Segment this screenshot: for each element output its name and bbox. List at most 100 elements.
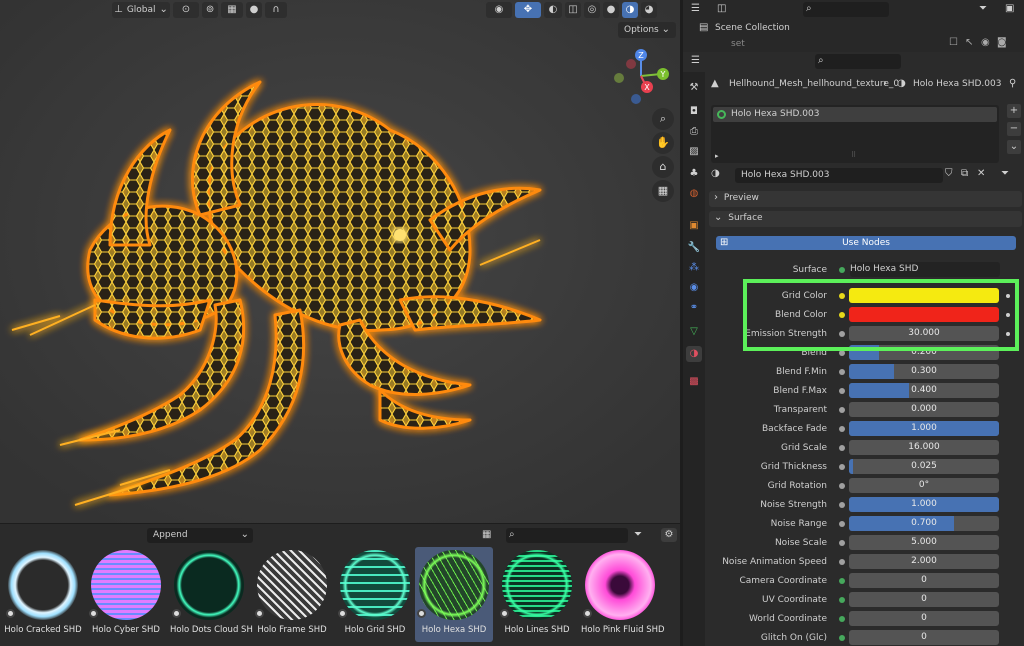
fake-user-shield-icon[interactable]: ⛉: [945, 167, 953, 181]
snap-toggle[interactable]: ⊚: [202, 2, 218, 18]
filter-icon[interactable]: ⏷: [634, 528, 642, 542]
grid-perspective-icon[interactable]: ▦: [652, 180, 674, 202]
material-browse-icon[interactable]: ◑: [711, 167, 720, 181]
add-slot-icon[interactable]: +: [1007, 104, 1021, 118]
pin-icon[interactable]: ⚲: [1009, 77, 1016, 91]
hellhound-render: [0, 0, 680, 523]
surface-panel-header[interactable]: ⌄ Surface: [709, 211, 1022, 227]
asset-item[interactable]: Holo Grid SHD: [336, 547, 414, 642]
scene-collection-label[interactable]: Scene Collection: [715, 23, 790, 33]
pivot-point-dropdown[interactable]: ⊙: [173, 2, 199, 18]
resize-handle-icon[interactable]: ⠿: [851, 151, 856, 159]
search-icon: ⌕: [818, 55, 824, 66]
param-value-field[interactable]: 0: [849, 630, 999, 645]
param-value-field[interactable]: 0: [849, 592, 999, 607]
modifier-wrench-icon[interactable]: 🔧: [686, 240, 702, 256]
asset-item[interactable]: Holo Pink Fluid SHD: [581, 547, 665, 642]
param-value-field[interactable]: 16.000: [849, 440, 999, 455]
particles-tab-icon[interactable]: ⁂: [686, 260, 702, 276]
object-tab-icon[interactable]: ▣: [686, 218, 702, 234]
proportional-edit-toggle[interactable]: ●: [246, 2, 262, 18]
editor-type-icon[interactable]: ☰: [691, 54, 700, 68]
param-value-field[interactable]: 0: [849, 611, 999, 626]
filter-icon[interactable]: ⏷: [979, 2, 987, 16]
param-value-field[interactable]: 5.000: [849, 535, 999, 550]
display-mode-icon[interactable]: ▦: [482, 528, 491, 542]
falloff-dropdown[interactable]: ∩: [265, 2, 287, 18]
param-value-field[interactable]: 0.700: [849, 516, 999, 531]
material-slot-row[interactable]: Holo Hexa SHD.003: [713, 107, 997, 122]
gizmo-toggle[interactable]: ✥: [515, 2, 541, 18]
filter-icon[interactable]: ⏷: [1001, 167, 1009, 181]
asset-search-input[interactable]: ⌕: [506, 528, 628, 543]
eye-icon[interactable]: ◉: [981, 36, 990, 50]
physics-tab-icon[interactable]: ◉: [686, 280, 702, 296]
chevron-down-icon[interactable]: ⌄: [1007, 140, 1021, 154]
param-row: Noise Scale 5.000: [707, 535, 1020, 551]
display-mode-icon[interactable]: ◫: [717, 2, 726, 16]
navigation-gizmo[interactable]: Z Y X: [606, 46, 672, 108]
constraints-tab-icon[interactable]: ⚭: [686, 300, 702, 316]
outliner-search-input[interactable]: ⌕: [803, 2, 889, 17]
material-name-field[interactable]: Holo Hexa SHD.003: [735, 168, 943, 183]
world-tab-icon[interactable]: ◍: [686, 186, 702, 202]
param-value-field[interactable]: 0.025: [849, 459, 999, 474]
asset-item-selected[interactable]: Holo Hexa SHD: [415, 547, 493, 642]
use-nodes-button[interactable]: ⊞ Use Nodes: [716, 236, 1016, 250]
view-layer-tab-icon[interactable]: ▨: [686, 144, 702, 160]
visibility-dropdown[interactable]: ◉: [486, 2, 512, 18]
xray-toggle[interactable]: ◫: [565, 2, 581, 18]
asset-label: Holo Lines SHD: [504, 625, 570, 635]
output-tab-icon[interactable]: ⎙: [686, 124, 702, 140]
checkbox-icon[interactable]: ☐: [949, 36, 958, 50]
remove-slot-icon[interactable]: −: [1007, 122, 1021, 136]
preview-panel-header[interactable]: › Preview: [709, 191, 1022, 207]
asset-item[interactable]: Holo Lines SHD: [498, 547, 576, 642]
camera-icon[interactable]: ⌂: [652, 156, 674, 178]
duplicate-icon[interactable]: ⧉: [961, 167, 968, 181]
outliner-item-label[interactable]: set: [731, 39, 745, 49]
gear-icon[interactable]: ⚙: [661, 528, 677, 542]
param-value-field[interactable]: 0°: [849, 478, 999, 493]
param-value-field[interactable]: 1.000: [849, 421, 999, 436]
zoom-icon[interactable]: ⌕: [652, 108, 674, 130]
3d-viewport[interactable]: ⊥ Global ⌄ ⊙ ⊚ ▦ ● ∩ ◉ ✥ ◐ ◫ ◎ ● ◑ ◕ Opt…: [0, 0, 680, 523]
import-method-dropdown[interactable]: Append ⌄: [147, 528, 253, 543]
asset-item[interactable]: Holo Cyber SHD: [87, 547, 165, 642]
asset-item[interactable]: Holo Frame SHD: [253, 547, 331, 642]
material-tab-icon[interactable]: ◑: [686, 346, 702, 362]
new-collection-icon[interactable]: ▣: [1005, 2, 1014, 16]
overlays-dropdown[interactable]: ◐: [544, 2, 562, 18]
camera-icon[interactable]: ◙: [997, 36, 1007, 50]
close-icon[interactable]: ✕: [977, 167, 985, 181]
select-arrow-icon[interactable]: ↖: [965, 36, 973, 50]
surface-shader-field[interactable]: Holo Hexa SHD: [850, 262, 1000, 277]
asset-item[interactable]: Holo Cracked SHD: [4, 547, 82, 642]
object-data-tab-icon[interactable]: ▽: [686, 324, 702, 340]
asset-item[interactable]: Holo Dots Cloud SH: [170, 547, 253, 642]
solid-shading-button[interactable]: ●: [603, 2, 619, 18]
scene-tab-icon[interactable]: ♣: [686, 166, 702, 182]
properties-search-input[interactable]: ⌕: [815, 54, 901, 69]
param-value-field[interactable]: 0.000: [849, 402, 999, 417]
tool-tab-icon[interactable]: ⚒: [686, 80, 702, 96]
material-slot-list[interactable]: Holo Hexa SHD.003 ▸ ⠿: [711, 105, 999, 163]
render-tab-icon[interactable]: ◘: [686, 104, 702, 120]
rendered-shading-button[interactable]: ◕: [641, 2, 657, 18]
transform-orientation-dropdown[interactable]: ⊥ Global ⌄: [112, 2, 170, 18]
snap-target-dropdown[interactable]: ▦: [221, 2, 243, 18]
hand-pan-icon[interactable]: ✋: [652, 132, 674, 154]
options-dropdown[interactable]: Options ⌄: [618, 22, 676, 38]
texture-tab-icon[interactable]: ▩: [686, 374, 702, 390]
expand-icon[interactable]: ▸: [715, 149, 719, 163]
param-value-field[interactable]: 1.000: [849, 497, 999, 512]
use-nodes-label: Use Nodes: [842, 238, 890, 248]
param-value-field[interactable]: 0.300: [849, 364, 999, 379]
param-value-field[interactable]: 0: [849, 573, 999, 588]
param-value-field[interactable]: 0.400: [849, 383, 999, 398]
param-value-field[interactable]: 2.000: [849, 554, 999, 569]
asset-label: Holo Frame SHD: [257, 625, 327, 635]
material-preview-button[interactable]: ◑: [622, 2, 638, 18]
wireframe-shading-button[interactable]: ◎: [584, 2, 600, 18]
editor-type-icon[interactable]: ☰: [691, 2, 700, 16]
